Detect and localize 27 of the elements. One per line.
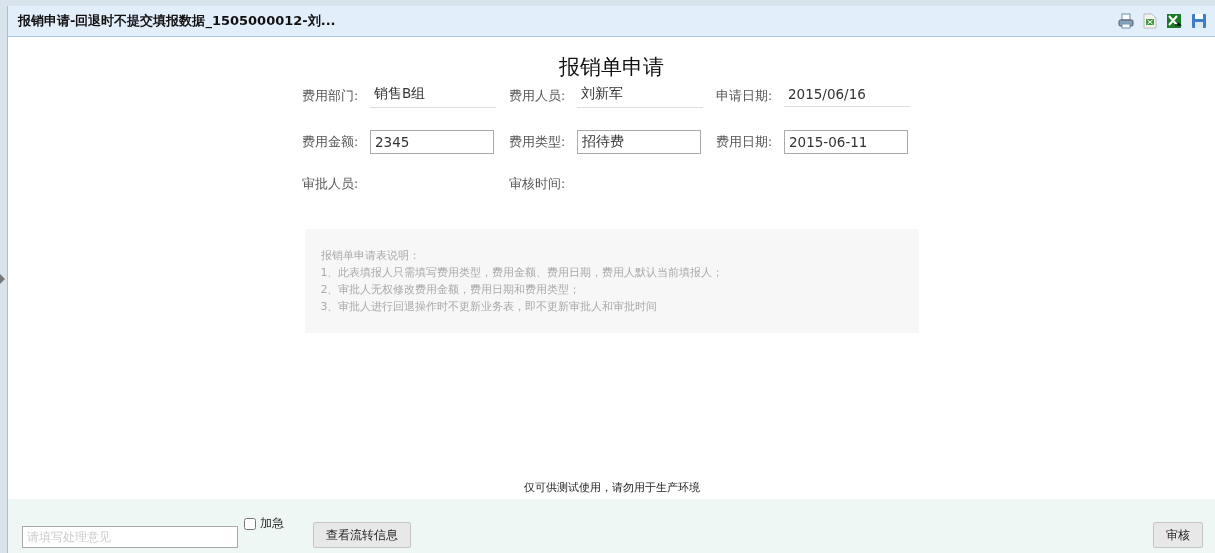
collapse-handle-icon[interactable] [0,274,5,284]
approve-button[interactable]: 审核 [1153,522,1203,548]
field-label: 审核时间: [509,176,567,193]
field-label: 费用金额: [302,133,360,151]
field-label: 审批人员: [302,176,360,193]
field-label: 费用类型: [509,133,567,151]
save-icon[interactable] [1191,13,1207,29]
flow-info-button[interactable]: 查看流转信息 [313,522,411,548]
instructions-panel: 报销单申请表说明： 1、此表填报人只需填写费用类型，费用金额、费用日期，费用人默认当前填报人； 2、审批人无权修改费用金额，费用日期和费用类型； 3、审批人进行回退操作时不更新业务表，即不更新审批人和审批时间 [304,229,919,333]
urgent-checkbox[interactable] [244,517,256,530]
input-field[interactable]: 2015-06-11 [784,130,908,154]
field-value: 2015/06/16 [784,86,910,107]
input-field[interactable]: 招待费 [577,130,701,154]
field-value: 销售B组 [370,85,496,108]
window-title: 报销申请-回退时不提交填报数据_1505000012-刘... [18,12,337,30]
spreadsheet-export-icon[interactable] [1166,13,1182,29]
printer-icon[interactable] [1118,13,1134,29]
field-value: 刘新军 [577,85,703,108]
field-label: 费用部门: [302,88,360,105]
notice-text: 仅可供测试使用，请勿用于生产环境 [523,480,700,495]
form-title: 报销单申请 [559,54,664,81]
field-label: 费用人员: [509,88,567,105]
field-label: 费用日期: [716,133,774,151]
spreadsheet-icon[interactable] [1143,13,1157,29]
field-label: 申请日期: [716,88,774,105]
checkbox-label: 加急 [260,515,284,532]
input-field[interactable]: 2345 [370,130,494,154]
